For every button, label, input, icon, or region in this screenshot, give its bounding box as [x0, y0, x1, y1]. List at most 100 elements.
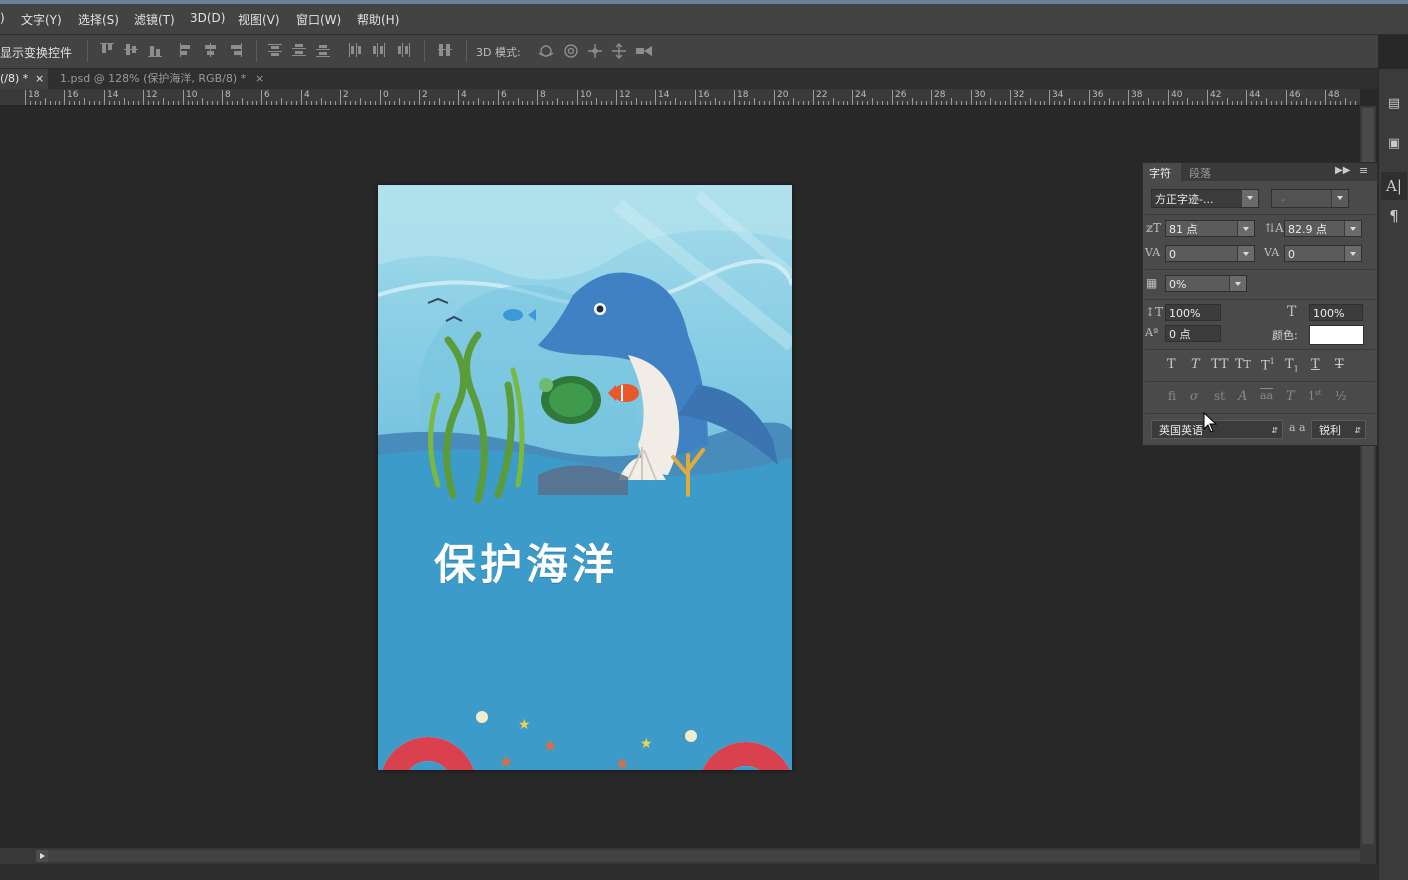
- 3d-pan-icon[interactable]: [588, 44, 602, 58]
- dock-history-icon[interactable]: ▤: [1381, 90, 1407, 118]
- titling-alternates-icon[interactable]: T: [1286, 389, 1295, 404]
- distribute-top-icon[interactable]: [268, 43, 282, 57]
- ruler-label: 10: [580, 90, 592, 100]
- tracking-field[interactable]: 0: [1284, 245, 1362, 262]
- panel-menu-icon[interactable]: ≡: [1359, 164, 1368, 177]
- font-size-field[interactable]: 81 点: [1165, 220, 1255, 237]
- all-caps-icon[interactable]: TT: [1211, 357, 1229, 372]
- tab-paragraph[interactable]: 段落: [1189, 165, 1211, 181]
- menu-item-type[interactable]: 文字(Y): [21, 11, 62, 28]
- tab-close-icon[interactable]: ×: [35, 69, 44, 89]
- strikethrough-icon[interactable]: T: [1335, 357, 1344, 372]
- old-style-icon[interactable]: σ: [1190, 389, 1198, 403]
- document-tab[interactable]: 1.psd @ 128% (保护海洋, RGB/8) * ×: [50, 69, 270, 89]
- auto-align-layers-icon[interactable]: [438, 43, 452, 57]
- swash-icon[interactable]: A: [1238, 389, 1247, 404]
- poster-title-text[interactable]: 保护海洋: [434, 531, 618, 592]
- language-select[interactable]: 英国英语 ⇵: [1151, 420, 1283, 439]
- ruler-minor-tick: [449, 101, 450, 105]
- menu-item-view[interactable]: 视图(V): [238, 11, 280, 28]
- 3d-roll-icon[interactable]: [564, 44, 578, 58]
- superscript-icon[interactable]: T1: [1261, 357, 1275, 373]
- ruler-minor-tick: [385, 101, 386, 105]
- ruler-minor-tick: [468, 101, 469, 105]
- ruler-minor-tick: [1315, 101, 1316, 105]
- distribute-left-icon[interactable]: [348, 43, 362, 57]
- align-right-icon[interactable]: [228, 43, 242, 57]
- ruler-minor-tick: [990, 98, 991, 105]
- ligatures-icon[interactable]: fi: [1168, 389, 1176, 403]
- ruler-label: 0: [383, 90, 389, 100]
- show-transform-controls-label[interactable]: 显示变换控件: [0, 44, 72, 61]
- ruler-major-tick: [537, 90, 538, 105]
- ordinals-icon[interactable]: 1st: [1308, 389, 1321, 403]
- discretionary-ligatures-icon[interactable]: st: [1214, 389, 1225, 403]
- horizontal-scale-value: 100%: [1313, 307, 1345, 320]
- fractions-icon[interactable]: ½: [1335, 389, 1347, 403]
- ruler-minor-tick: [202, 98, 203, 105]
- font-family-select[interactable]: 方正字迹-...: [1151, 189, 1259, 208]
- underline-icon[interactable]: T: [1311, 357, 1320, 372]
- ruler-minor-tick: [902, 101, 903, 105]
- distribute-right-icon[interactable]: [396, 43, 410, 57]
- faux-bold-icon[interactable]: T: [1167, 357, 1176, 372]
- toolbar-separator: [424, 40, 425, 62]
- document-canvas[interactable]: ★ ★ ★ ★ ★ 保护海洋: [378, 185, 792, 770]
- distribute-bottom-icon[interactable]: [316, 43, 330, 57]
- updown-arrow-icon: ⇵: [1271, 426, 1278, 435]
- align-left-icon[interactable]: [180, 43, 194, 57]
- menu-item-help[interactable]: 帮助(H): [357, 11, 399, 28]
- antialias-select[interactable]: 锐利 ⇵: [1311, 420, 1366, 439]
- menu-item-truncated[interactable]: ): [0, 11, 5, 25]
- dock-character-icon[interactable]: A|: [1381, 172, 1407, 200]
- faux-italic-icon[interactable]: T: [1191, 357, 1200, 372]
- tab-character[interactable]: 字符: [1149, 165, 1171, 181]
- baseline-shift-value: 0 点: [1169, 328, 1191, 341]
- scroll-right-arrow[interactable]: [36, 850, 48, 862]
- distribute-hcenter-icon[interactable]: [372, 43, 386, 57]
- ruler-minor-tick: [153, 101, 154, 105]
- menu-item-window[interactable]: 窗口(W): [296, 11, 341, 28]
- ruler-major-tick: [261, 90, 262, 105]
- 3d-slide-icon[interactable]: [612, 43, 626, 59]
- kerning-field[interactable]: 0: [1165, 245, 1255, 262]
- tsume-field[interactable]: 0%: [1165, 275, 1247, 292]
- mouse-cursor-icon: [1203, 412, 1217, 433]
- vertical-scale-field[interactable]: 100%: [1165, 304, 1221, 321]
- text-color-swatch[interactable]: [1309, 325, 1364, 345]
- ruler-minor-tick: [1133, 101, 1134, 105]
- ruler-label: 4: [461, 90, 467, 100]
- horizontal-scroll-thumb[interactable]: [48, 850, 1360, 862]
- character-panel: 字符 段落 ▶▶ ≡ 方正字迹-... - 𝕫T 81 点 ⇅A 82.9 点 …: [1142, 162, 1378, 446]
- menu-item-filter[interactable]: 滤镜(T): [134, 11, 175, 28]
- align-vcenter-icon[interactable]: [124, 43, 138, 57]
- ruler-minor-tick: [788, 101, 789, 105]
- leading-field[interactable]: 82.9 点: [1284, 220, 1362, 237]
- 3d-rotate-icon[interactable]: [538, 45, 554, 57]
- horizontal-scale-field[interactable]: 100%: [1309, 304, 1363, 321]
- align-bottom-icon[interactable]: [148, 43, 162, 57]
- font-style-select[interactable]: -: [1271, 189, 1349, 208]
- baseline-shift-field[interactable]: 0 点: [1165, 325, 1221, 342]
- panel-divider: [1145, 269, 1375, 270]
- leading-icon: ⇅A: [1265, 221, 1284, 235]
- ruler-minor-tick: [803, 101, 804, 105]
- menu-item-3d[interactable]: 3D(D): [190, 11, 225, 25]
- small-caps-icon[interactable]: TT: [1235, 357, 1251, 372]
- subscript-icon[interactable]: T1: [1285, 357, 1299, 374]
- distribute-vcenter-icon[interactable]: [292, 43, 306, 57]
- menu-item-select[interactable]: 选择(S): [78, 11, 119, 28]
- tab-close-icon[interactable]: ×: [255, 69, 264, 89]
- ruler-minor-tick: [857, 101, 858, 105]
- 3d-scale-icon[interactable]: [636, 46, 652, 56]
- ruler-minor-tick: [641, 101, 642, 105]
- panel-collapse-icon[interactable]: ▶▶: [1335, 165, 1350, 176]
- stylistic-alternates-icon[interactable]: aa: [1260, 389, 1273, 402]
- dock-3d-icon[interactable]: ▣: [1381, 130, 1407, 158]
- document-tab-active[interactable]: (/8) * ×: [0, 69, 48, 89]
- chevron-down-icon: [1241, 190, 1258, 207]
- align-hcenter-icon[interactable]: [204, 43, 218, 57]
- align-top-icon[interactable]: [100, 43, 114, 57]
- dock-paragraph-icon[interactable]: ¶: [1381, 202, 1407, 230]
- ruler-minor-tick: [429, 101, 430, 105]
